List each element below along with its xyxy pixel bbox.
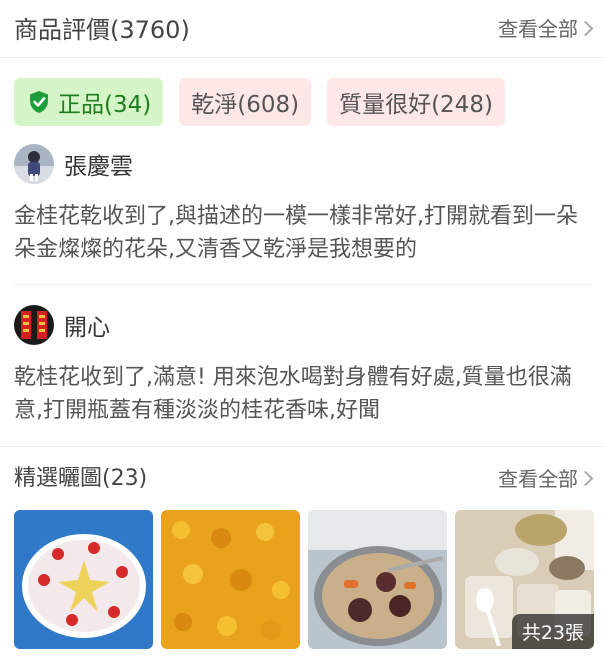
tag-good-quality[interactable]: 質量很好(248) (327, 78, 505, 126)
tag-label: 乾淨(608) (191, 92, 300, 118)
reviews-header: 商品評價(3760) 查看全部 (0, 0, 605, 56)
view-all-label: 查看全部 (498, 467, 578, 491)
reviews-title: 商品評價(3760) (14, 16, 190, 44)
review-text: 金桂花乾收到了,與描述的一模一樣非常好,打開就看到一朵朵金燦燦的花朵,又清香又乾… (14, 204, 578, 262)
photo-strip: 共23張 (14, 510, 594, 649)
chevron-right-icon (577, 470, 594, 486)
view-all-label: 查看全部 (498, 17, 578, 41)
chevron-right-icon (577, 20, 594, 36)
view-all-reviews-link[interactable]: 查看全部 (498, 13, 594, 42)
review-tags: 正品(34) 乾淨(608) 質量很好(248) (14, 78, 505, 126)
reviewer-name: 張慶雲 (64, 154, 133, 180)
view-all-photos-link[interactable]: 查看全部 (498, 463, 594, 492)
tag-clean[interactable]: 乾淨(608) (179, 78, 312, 126)
review-item[interactable]: 開心 乾桂花收到了,滿意! 用來泡水喝對身體有好處,質量也很滿意,打開瓶蓋有種淡… (14, 305, 594, 427)
tag-label: 質量很好(248) (339, 92, 493, 118)
review-user: 開心 (14, 305, 594, 345)
divider (14, 284, 591, 285)
photo-thumbnail[interactable]: 共23張 (455, 510, 594, 649)
avatar (14, 144, 54, 184)
review-user: 張慶雲 (14, 144, 594, 184)
photos-header: 精選曬圖(23) 查看全部 (0, 458, 605, 498)
divider (0, 446, 605, 447)
avatar (14, 305, 54, 345)
photo-thumbnail[interactable] (308, 510, 447, 649)
shield-check-icon (30, 91, 48, 113)
review-text: 乾桂花收到了,滿意! 用來泡水喝對身體有好處,質量也很滿意,打開瓶蓋有種淡淡的桂… (14, 365, 572, 423)
tag-genuine[interactable]: 正品(34) (14, 78, 164, 126)
tag-label: 正品(34) (58, 92, 152, 118)
photo-thumbnail[interactable] (161, 510, 300, 649)
photo-thumbnail[interactable] (14, 510, 153, 649)
divider (0, 57, 605, 58)
photos-title: 精選曬圖(23) (14, 466, 148, 491)
reviewer-name: 開心 (64, 315, 110, 341)
photo-count-badge: 共23張 (511, 614, 594, 649)
review-item[interactable]: 張慶雲 金桂花乾收到了,與描述的一模一樣非常好,打開就看到一朵朵金燦燦的花朵,又… (14, 144, 594, 266)
